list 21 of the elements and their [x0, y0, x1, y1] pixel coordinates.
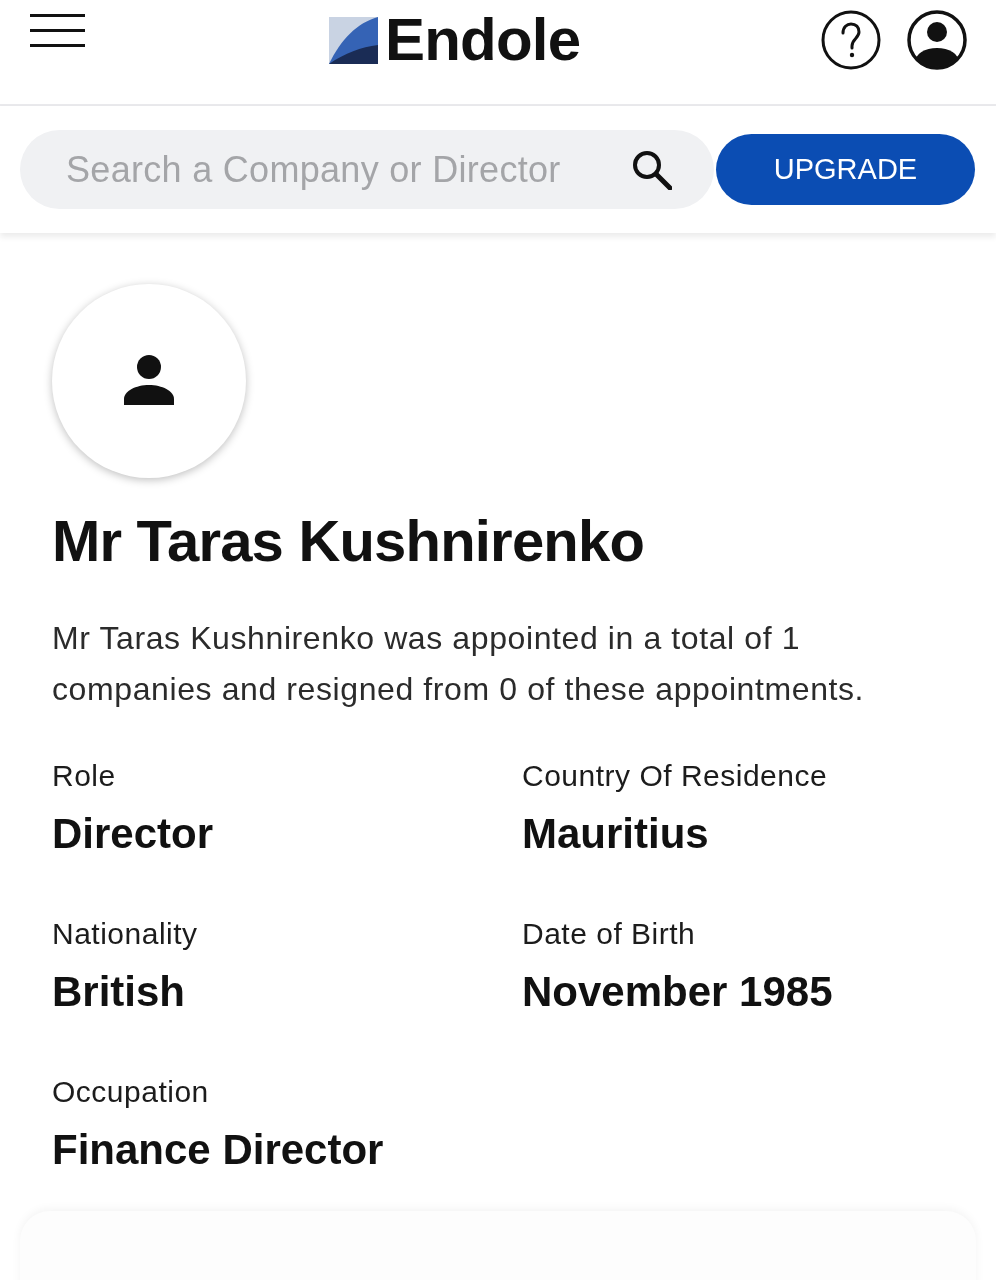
field-label: Occupation	[52, 1074, 210, 1110]
field-value: British	[52, 967, 186, 1017]
field-value: November 1985	[522, 967, 834, 1017]
logo-icon	[329, 16, 378, 64]
field-value: Director	[52, 809, 215, 859]
help-icon[interactable]	[821, 10, 881, 70]
search-field[interactable]: Search a Company or Director	[20, 130, 714, 209]
field-value: Finance Director	[52, 1125, 385, 1175]
field-label: Country Of Residence	[522, 758, 829, 794]
field-label: Role	[52, 758, 117, 794]
person-name: Mr Taras Kushnirenko	[52, 507, 646, 575]
field-label: Nationality	[52, 916, 199, 952]
summary-text: Mr Taras Kushnirenko was appointed in a total of 1 companies and resigned from 0 of these appointments.	[52, 619, 866, 709]
upgrade-button[interactable]: UPGRADE	[716, 134, 975, 205]
logo-wordmark: Endole	[385, 10, 581, 70]
user-icon[interactable]	[907, 10, 967, 70]
menu-icon[interactable]	[30, 14, 85, 47]
search-icon[interactable]	[632, 150, 672, 190]
field-label: Date of Birth	[522, 916, 697, 952]
field-value: Mauritius	[522, 809, 710, 859]
person-icon	[124, 355, 174, 405]
